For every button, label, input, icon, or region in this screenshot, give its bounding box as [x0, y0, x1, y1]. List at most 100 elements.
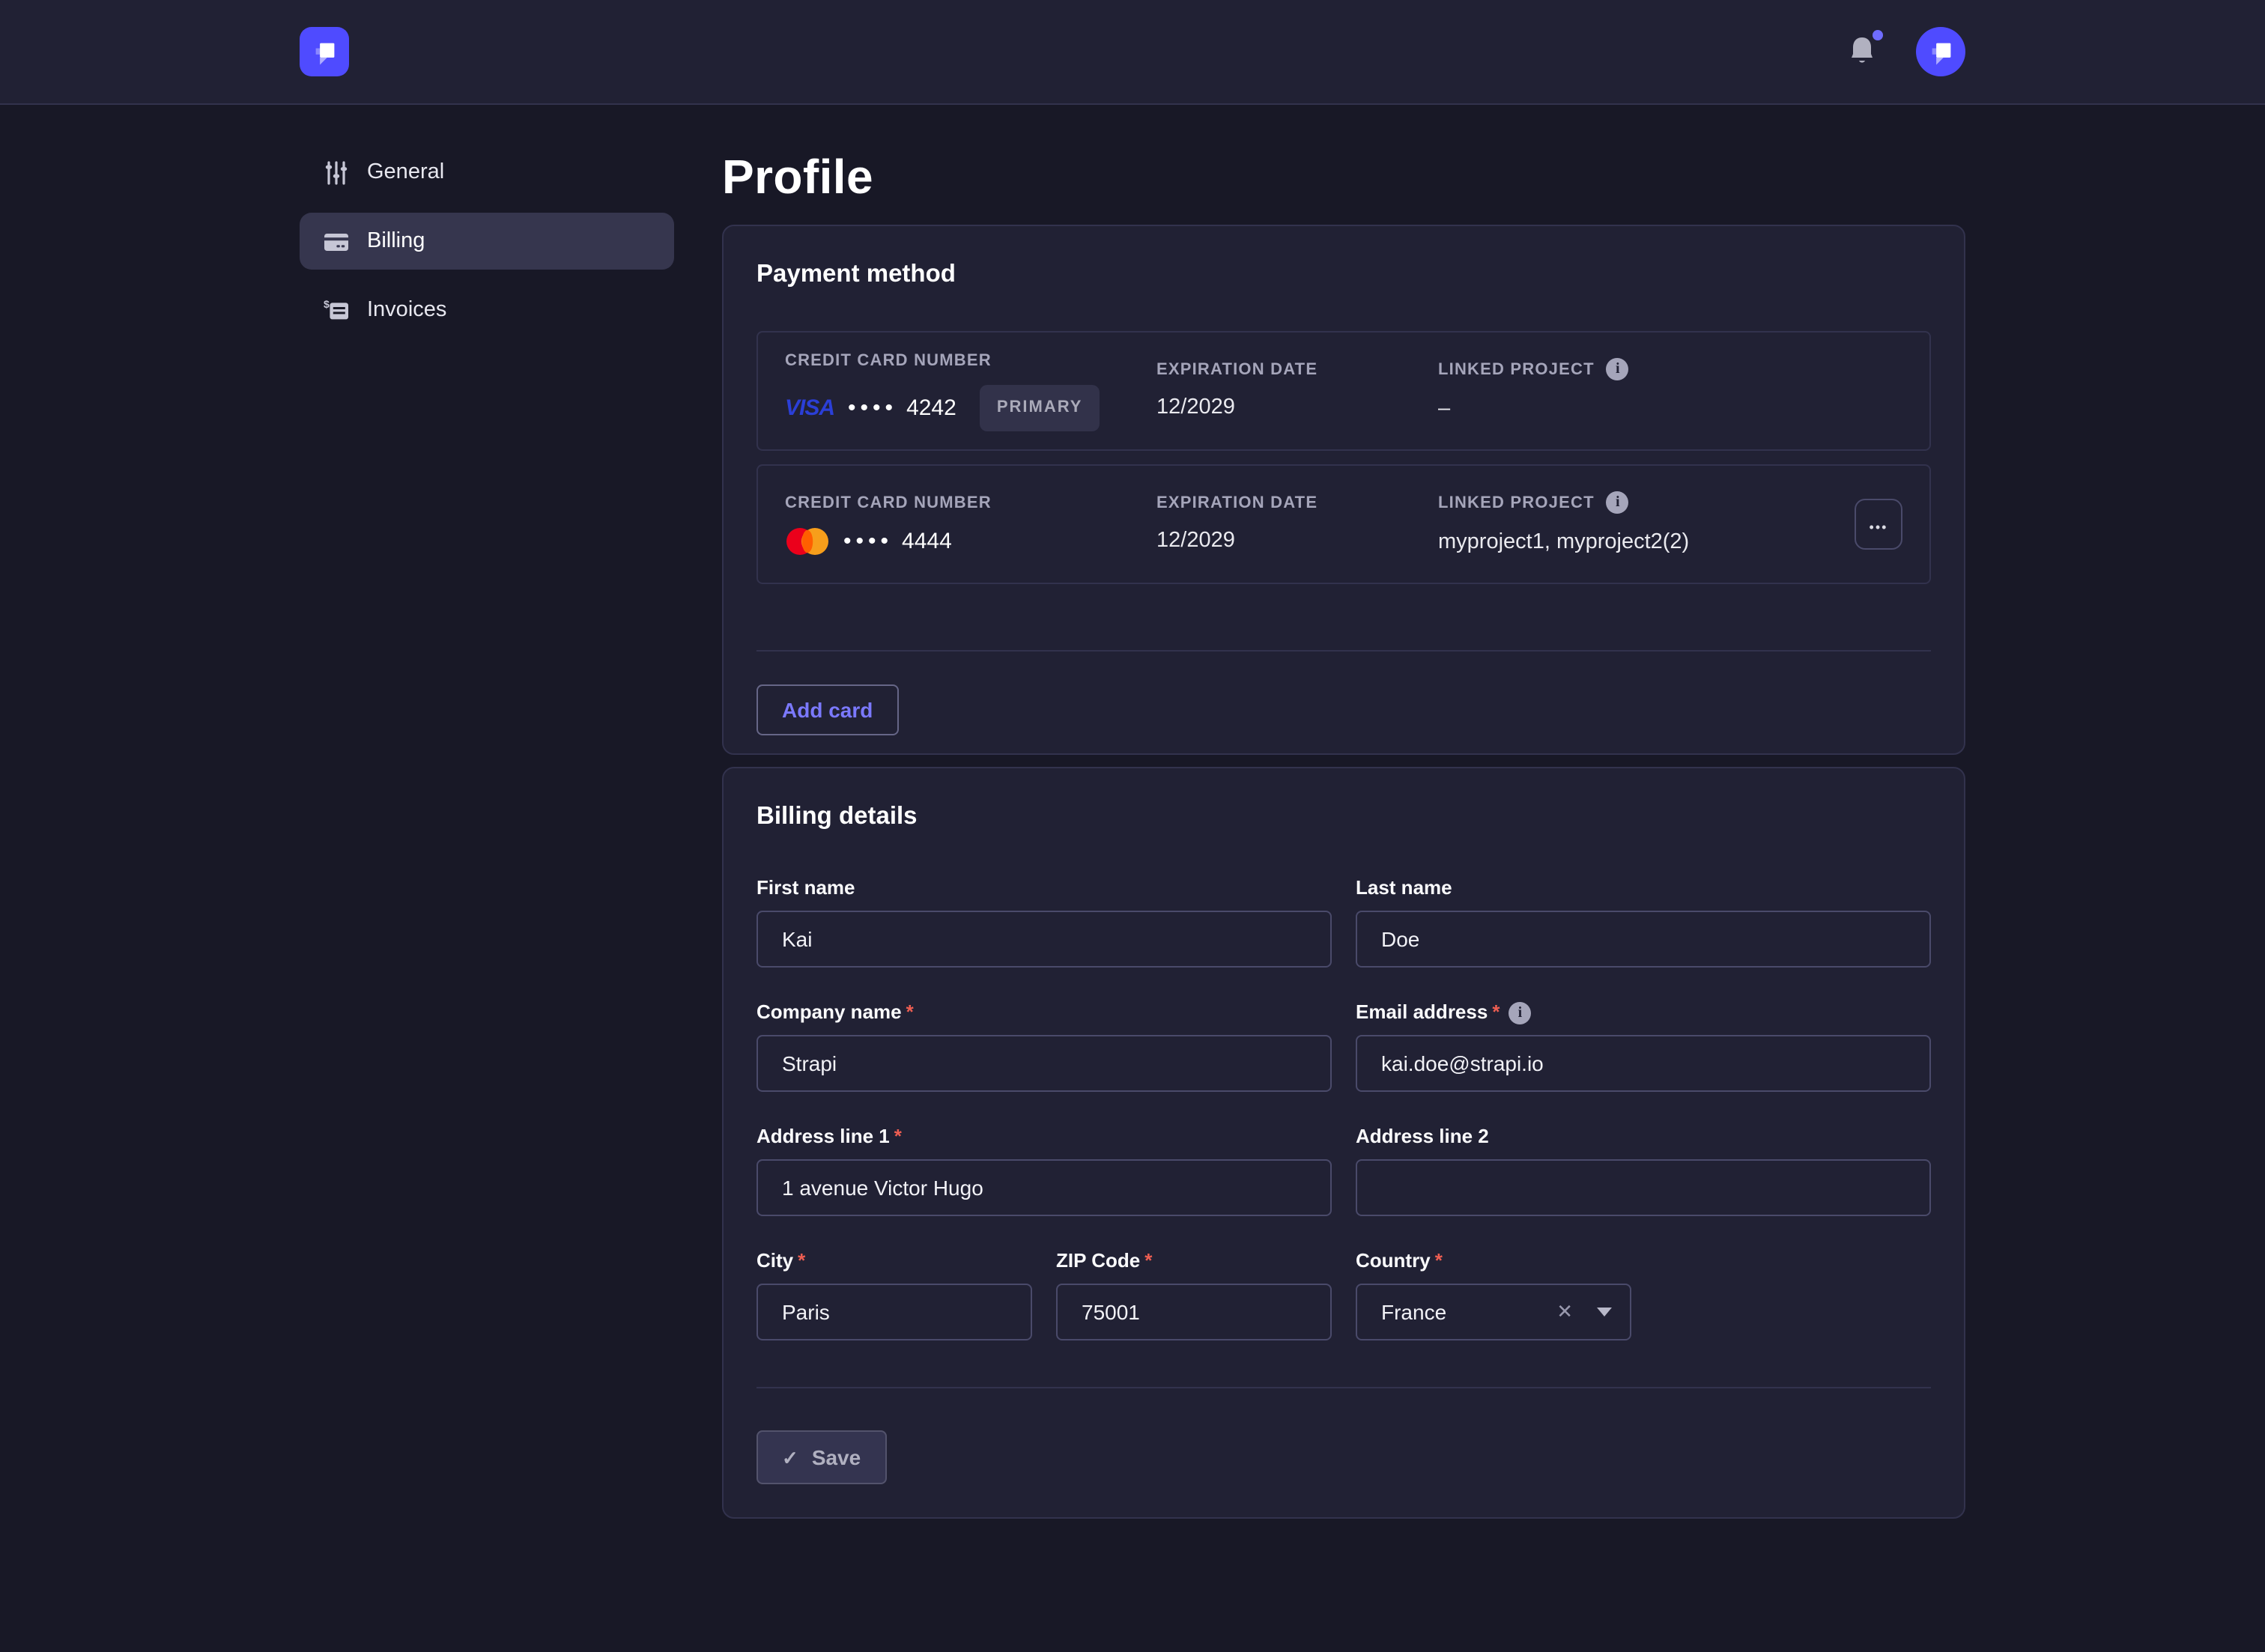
label-text: Company name	[756, 1000, 902, 1024]
card-last4: 4444	[902, 526, 952, 555]
credit-card-row-visa: CREDIT CARD NUMBER VISA •••• 4242 PRIMAR…	[756, 331, 1931, 451]
required-asterisk: *	[798, 1249, 805, 1273]
card-number-cell: CREDIT CARD NUMBER VISA •••• 4242 PRIMAR…	[785, 351, 1156, 431]
app-root: General Billing $	[0, 0, 2265, 1652]
country-label: Country *	[1356, 1249, 1631, 1273]
first-name-label: First name	[756, 876, 1332, 900]
info-icon[interactable]	[1607, 491, 1629, 514]
mastercard-logo	[785, 526, 830, 555]
address-line2-input[interactable]	[1356, 1159, 1931, 1216]
card-number-value: VISA •••• 4242 PRIMARY	[785, 384, 1156, 431]
country-field: Country * France	[1356, 1249, 1631, 1340]
user-avatar[interactable]	[1916, 27, 1965, 76]
required-asterisk: *	[1492, 1000, 1500, 1024]
label-text: Last name	[1356, 876, 1452, 900]
bell-icon	[1847, 34, 1877, 67]
expiration-value: 12/2029	[1156, 526, 1438, 555]
address-line2-label: Address line 2	[1356, 1125, 1931, 1149]
credit-card-row-mastercard: CREDIT CARD NUMBER •••• 4444	[756, 464, 1931, 584]
sliders-icon	[324, 160, 349, 185]
address-line1-input[interactable]	[756, 1159, 1332, 1216]
billing-form: First name Last name Company name	[756, 876, 1931, 1340]
card-more-actions-button[interactable]	[1855, 499, 1902, 550]
country-select[interactable]: France	[1356, 1284, 1631, 1340]
strapi-logo-icon[interactable]	[300, 27, 349, 76]
add-card-button[interactable]: Add card	[756, 684, 898, 735]
notifications-bell-icon[interactable]	[1844, 34, 1880, 70]
label-text: Address line 1	[756, 1125, 890, 1149]
sidebar-item-invoices[interactable]: $ Invoices	[300, 282, 674, 338]
zip-code-label: ZIP Code *	[1056, 1249, 1332, 1273]
label-text: City	[756, 1249, 793, 1273]
label-text: Address line 2	[1356, 1125, 1489, 1149]
linked-project-label-text: LINKED PROJECT	[1438, 360, 1595, 378]
page-title: Profile	[722, 147, 1965, 207]
label-text: Email address	[1356, 1000, 1488, 1024]
info-icon[interactable]	[1509, 1001, 1531, 1024]
address-line2-field: Address line 2	[1356, 1125, 1931, 1216]
payment-method-card: Payment method CREDIT CARD NUMBER VISA •…	[722, 225, 1965, 755]
first-name-input[interactable]	[756, 911, 1332, 968]
linked-project-cell: LINKED PROJECT –	[1438, 358, 1843, 424]
save-button[interactable]: Save	[756, 1430, 886, 1484]
zip-code-field: ZIP Code *	[1056, 1249, 1332, 1340]
linked-project-value: –	[1438, 395, 1843, 424]
billing-details-card: Billing details First name Last name	[722, 767, 1965, 1519]
card-number-value: •••• 4444	[785, 526, 1156, 555]
last-name-input[interactable]	[1356, 911, 1931, 968]
city-input[interactable]	[756, 1284, 1032, 1340]
linked-project-cell: LINKED PROJECT myproject1, myproject2(2)	[1438, 491, 1843, 557]
label-text: ZIP Code	[1056, 1249, 1140, 1273]
clear-icon[interactable]	[1553, 1297, 1576, 1327]
billing-divider	[756, 1387, 1931, 1388]
visa-logo: VISA	[785, 393, 834, 422]
email-field: Email address *	[1356, 1000, 1931, 1092]
check-icon	[782, 1445, 798, 1470]
save-button-label: Save	[812, 1445, 861, 1469]
company-name-input[interactable]	[756, 1035, 1332, 1092]
city-label: City *	[756, 1249, 1032, 1273]
linked-project-column-label: LINKED PROJECT	[1438, 358, 1843, 380]
unread-dot	[1873, 29, 1883, 40]
masked-digits: ••••	[843, 526, 893, 555]
payment-divider	[756, 650, 1931, 652]
expiration-cell: EXPIRATION DATE 12/2029	[1156, 360, 1438, 422]
sidebar-item-label: Billing	[367, 229, 425, 253]
card-number-column-label: CREDIT CARD NUMBER	[785, 494, 1156, 511]
required-asterisk: *	[906, 1000, 914, 1024]
linked-project-label-text: LINKED PROJECT	[1438, 494, 1595, 511]
sidebar-item-general[interactable]: General	[300, 144, 674, 201]
required-asterisk: *	[1144, 1249, 1152, 1273]
chevron-down-icon[interactable]	[1597, 1308, 1612, 1317]
linked-project-value: myproject1, myproject2(2)	[1438, 529, 1843, 557]
svg-text:$: $	[324, 297, 330, 309]
sidebar-item-label: Invoices	[367, 298, 446, 322]
payment-method-heading: Payment method	[756, 259, 1931, 289]
expiration-cell: EXPIRATION DATE 12/2029	[1156, 494, 1438, 555]
sidebar-item-label: General	[367, 160, 444, 184]
zip-code-input[interactable]	[1056, 1284, 1332, 1340]
email-input[interactable]	[1356, 1035, 1931, 1092]
label-text: First name	[756, 876, 855, 900]
expiration-column-label: EXPIRATION DATE	[1156, 494, 1438, 511]
company-name-field: Company name *	[756, 1000, 1332, 1092]
expiration-column-label: EXPIRATION DATE	[1156, 360, 1438, 378]
last-name-label: Last name	[1356, 876, 1931, 900]
last-name-field: Last name	[1356, 876, 1931, 968]
linked-project-column-label: LINKED PROJECT	[1438, 491, 1843, 514]
billing-details-heading: Billing details	[756, 801, 1931, 831]
settings-sidebar: General Billing $	[300, 144, 674, 338]
company-name-label: Company name *	[756, 1000, 1332, 1024]
masked-digits: ••••	[848, 393, 897, 422]
address-line1-field: Address line 1 *	[756, 1125, 1332, 1216]
credit-card-icon	[324, 228, 349, 254]
topbar	[0, 0, 2265, 105]
card-number-cell: CREDIT CARD NUMBER •••• 4444	[785, 494, 1156, 555]
city-field: City *	[756, 1249, 1032, 1340]
label-text: Country	[1356, 1249, 1431, 1273]
email-label: Email address *	[1356, 1000, 1931, 1024]
first-name-field: First name	[756, 876, 1332, 968]
info-icon[interactable]	[1607, 358, 1629, 380]
sidebar-item-billing[interactable]: Billing	[300, 213, 674, 270]
required-asterisk: *	[1435, 1249, 1443, 1273]
